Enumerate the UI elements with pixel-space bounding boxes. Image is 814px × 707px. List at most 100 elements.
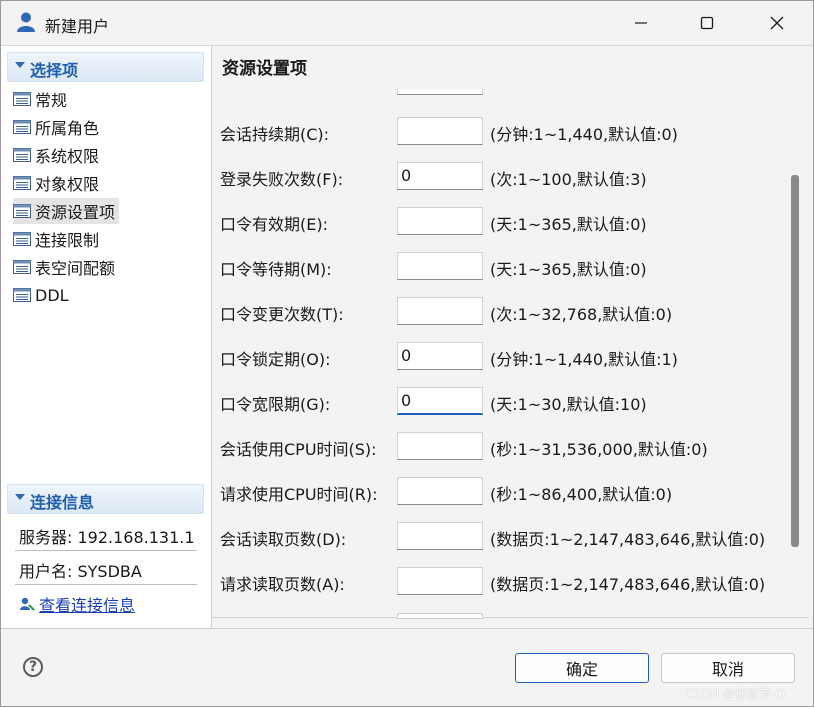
- setting-label: 登录失败次数(F):: [220, 170, 344, 189]
- nav-item[interactable]: 系统权限: [13, 142, 103, 168]
- nav-item-label: 系统权限: [35, 147, 100, 166]
- setting-label: 口令变更次数(T):: [220, 305, 344, 324]
- setting-row: 口令等待期(M): (天:1~365,默认值:0): [212, 252, 792, 282]
- setting-input[interactable]: 0: [397, 387, 483, 415]
- help-icon[interactable]: ?: [23, 657, 43, 677]
- nav-item[interactable]: 对象权限: [13, 170, 103, 196]
- setting-row: 会话使用CPU时间(S): (秒:1~31,536,000,默认值:0): [212, 432, 792, 462]
- setting-label: 口令锁定期(O):: [220, 350, 331, 369]
- setting-input[interactable]: [397, 522, 483, 550]
- cancel-button[interactable]: 取消: [661, 653, 795, 683]
- setting-input[interactable]: 0: [397, 162, 483, 190]
- setting-hint: (分钟:1~1,440,默认值:1): [490, 350, 678, 369]
- user-icon: [17, 12, 35, 32]
- nav-item-label: 对象权限: [35, 175, 100, 194]
- nav-item[interactable]: 资源设置项: [13, 198, 120, 224]
- nav-item-label: 表空间配额: [35, 259, 116, 278]
- left-panel: 选择项 常规所属角色系统权限对象权限资源设置项连接限制表空间配额 DDL 连接信息…: [1, 45, 212, 628]
- options-section-title: 选择项: [30, 61, 79, 80]
- server-info: 服务器: 192.168.131.1: [19, 528, 195, 547]
- resource-settings-panel: 会话持续期(C): (分钟:1~1,440,默认值:0) 登录失败次数(F): 0 (次…: [212, 89, 811, 627]
- close-button[interactable]: [747, 1, 807, 45]
- view-connection-row: 查看连接信息: [19, 592, 135, 616]
- list-icon: [13, 204, 31, 218]
- setting-hint: (天:1~365,默认值:0): [490, 260, 647, 279]
- dialog-footer: ? 确定 取消 CSDN @徐宣芳-Q: [1, 628, 813, 706]
- setting-row: 口令变更次数(T): (次:1~32,768,默认值:0): [212, 297, 792, 327]
- nav-item-label: 所属角色: [35, 119, 100, 138]
- view-connection-link[interactable]: 查看连接信息: [39, 592, 135, 616]
- nav-item[interactable]: 连接限制: [13, 226, 103, 252]
- setting-hint: (次:1~32,768,默认值:0): [490, 305, 673, 324]
- content-header: 资源设置项: [212, 45, 813, 89]
- setting-label: 请求使用CPU时间(R):: [220, 485, 378, 504]
- vertical-scrollbar[interactable]: [791, 175, 799, 547]
- setting-input[interactable]: [397, 117, 483, 145]
- setting-input[interactable]: [397, 297, 483, 325]
- nav-item-label: 常规: [35, 91, 68, 110]
- setting-hint: (数据页:1~2,147,483,646,默认值:0): [490, 575, 766, 594]
- setting-row: 口令宽限期(G): 0 (天:1~30,默认值:10): [212, 387, 792, 417]
- connection-section-header[interactable]: 连接信息: [7, 484, 204, 514]
- minimize-icon: [635, 22, 647, 24]
- partial-input-bottom: [397, 613, 483, 619]
- nav-item[interactable]: DDL: [13, 282, 73, 308]
- list-icon: [13, 120, 31, 134]
- connection-info-icon: [20, 597, 35, 611]
- connection-section-title: 连接信息: [30, 493, 95, 512]
- setting-row: 会话持续期(C): (分钟:1~1,440,默认值:0): [212, 117, 792, 147]
- setting-row: 会话读取页数(D): (数据页:1~2,147,483,646,默认值:0): [212, 522, 792, 552]
- setting-label: 口令宽限期(G):: [220, 395, 331, 414]
- window-title: 新建用户: [45, 17, 110, 36]
- setting-label: 会话使用CPU时间(S):: [220, 440, 377, 459]
- setting-input[interactable]: [397, 252, 483, 280]
- list-icon: [13, 148, 31, 162]
- setting-label: 会话持续期(C):: [220, 125, 330, 144]
- setting-input[interactable]: [397, 207, 483, 235]
- username-info: 用户名: SYSDBA: [19, 562, 142, 581]
- setting-row: 口令锁定期(O): 0 (分钟:1~1,440,默认值:1): [212, 342, 792, 372]
- setting-hint: (天:1~30,默认值:10): [490, 395, 647, 414]
- setting-label: 口令等待期(M):: [220, 260, 332, 279]
- close-icon: [770, 16, 784, 30]
- setting-label: 会话读取页数(D):: [220, 530, 347, 549]
- watermark: CSDN @徐宣芳-Q: [685, 687, 785, 701]
- list-icon: [13, 288, 31, 302]
- collapse-triangle-icon: [15, 494, 25, 500]
- setting-row: 登录失败次数(F): 0 (次:1~100,默认值:3): [212, 162, 792, 192]
- page-title: 资源设置项: [222, 59, 307, 79]
- nav-item[interactable]: 常规: [13, 86, 71, 112]
- divider: [15, 584, 197, 585]
- collapse-triangle-icon: [15, 62, 25, 68]
- nav-item-label: DDL: [35, 285, 69, 305]
- setting-hint: (秒:1~31,536,000,默认值:0): [490, 440, 708, 459]
- setting-row: 请求读取页数(A): (数据页:1~2,147,483,646,默认值:0): [212, 567, 792, 597]
- new-user-dialog: 新建用户 选择项 常规 所属角色 系统权限 对象权限 资源设置项 连接限制 表空间配额 DDL…: [0, 0, 814, 707]
- list-icon: [13, 232, 31, 246]
- list-icon: [13, 176, 31, 190]
- setting-input[interactable]: 0: [397, 342, 483, 370]
- options-section-header[interactable]: 选择项: [7, 52, 204, 82]
- setting-row: 请求使用CPU时间(R): (秒:1~86,400,默认值:0): [212, 477, 792, 507]
- maximize-icon: [700, 16, 714, 30]
- nav-item-label: 资源设置项: [35, 203, 116, 222]
- setting-input[interactable]: [397, 477, 483, 505]
- divider: [15, 550, 197, 551]
- partial-input-top: [397, 89, 483, 95]
- setting-hint: (次:1~100,默认值:3): [490, 170, 647, 189]
- setting-hint: (天:1~365,默认值:0): [490, 215, 647, 234]
- list-icon: [13, 92, 31, 106]
- ok-button[interactable]: 确定: [515, 653, 649, 683]
- setting-hint: (分钟:1~1,440,默认值:0): [490, 125, 678, 144]
- nav-item[interactable]: 所属角色: [13, 114, 103, 140]
- setting-input[interactable]: [397, 567, 483, 595]
- minimize-button[interactable]: [611, 1, 671, 45]
- nav-item-label: 连接限制: [35, 231, 100, 250]
- setting-label: 口令有效期(E):: [220, 215, 328, 234]
- setting-label: 请求读取页数(A):: [220, 575, 345, 594]
- setting-hint: (数据页:1~2,147,483,646,默认值:0): [490, 530, 766, 549]
- maximize-button[interactable]: [677, 1, 737, 45]
- setting-hint: (秒:1~86,400,默认值:0): [490, 485, 673, 504]
- setting-input[interactable]: [397, 432, 483, 460]
- nav-item[interactable]: 表空间配额: [13, 254, 119, 280]
